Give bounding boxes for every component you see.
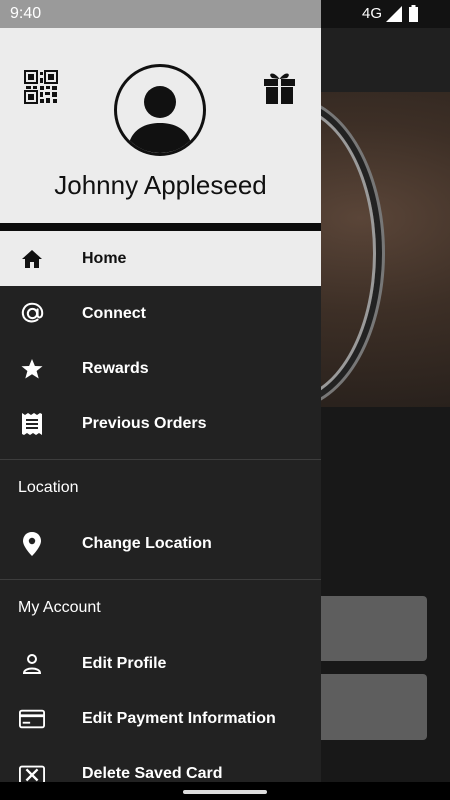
gift-icon[interactable]	[263, 70, 296, 104]
status-time: 9:40	[10, 5, 42, 22]
menu-item-label: Edit Payment Information	[82, 709, 276, 727]
person-icon	[19, 651, 45, 677]
menu-item-edit-payment[interactable]: Edit Payment Information	[0, 691, 321, 746]
signal-icon	[386, 6, 402, 22]
menu-item-label: Change Location	[82, 534, 212, 552]
menu-item-label: Edit Profile	[82, 654, 167, 672]
at-icon	[19, 301, 45, 327]
menu-item-previous-orders[interactable]: Previous Orders	[0, 396, 321, 451]
drawer-header: Johnny Appleseed	[0, 28, 321, 231]
menu-item-label: Rewards	[82, 359, 149, 377]
user-name: Johnny Appleseed	[54, 170, 267, 200]
person-avatar-icon	[127, 86, 193, 153]
qr-code-icon[interactable]	[24, 70, 58, 104]
star-icon	[19, 356, 45, 382]
section-title-location: Location	[18, 479, 79, 496]
menu-item-label: Home	[82, 249, 127, 267]
menu-item-edit-profile[interactable]: Edit Profile	[0, 636, 321, 691]
network-type: 4G	[362, 5, 383, 22]
home-indicator[interactable]	[183, 790, 267, 794]
menu-item-label: Previous Orders	[82, 414, 207, 432]
avatar[interactable]	[114, 64, 206, 156]
menu-item-label: Delete Saved Card	[82, 764, 223, 782]
status-bar: 9:40 4G	[0, 0, 450, 28]
receipt-icon	[19, 411, 45, 437]
location-pin-icon	[19, 531, 45, 557]
home-icon	[19, 246, 45, 272]
menu-item-label: Connect	[82, 304, 146, 322]
battery-icon	[409, 5, 418, 22]
menu-item-rewards[interactable]: Rewards	[0, 341, 321, 396]
menu-item-change-location[interactable]: Change Location	[0, 516, 321, 571]
menu-item-connect[interactable]: Connect	[0, 286, 321, 341]
credit-card-icon	[19, 706, 45, 732]
menu-item-home[interactable]: Home	[0, 231, 321, 286]
navigation-drawer: Johnny Appleseed Home Connect Rewards Pr…	[0, 28, 321, 800]
section-title-my-account: My Account	[18, 599, 101, 616]
